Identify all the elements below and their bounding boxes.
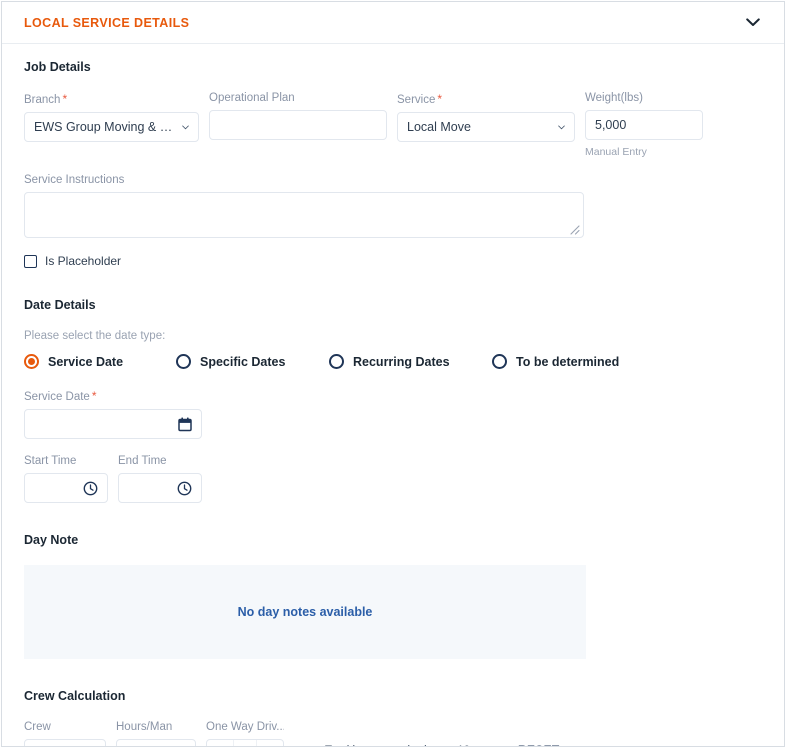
day-note-empty-message: No day notes available <box>237 605 373 619</box>
radio-specific-dates[interactable]: Specific Dates <box>176 354 329 369</box>
local-service-details-card: LOCAL SERVICE DETAILS Job Details Branch… <box>1 1 785 747</box>
radio-dot <box>28 358 35 365</box>
crew-calculation-row: Crew 2 Auto-calculated Hours/Man 5 Auto-… <box>24 721 762 748</box>
job-details-field-row: Branch * EWS Group Moving & St... Operati… <box>24 92 762 158</box>
end-time-field-group: End Time <box>118 455 202 503</box>
collapse-toggle-button[interactable] <box>742 12 764 34</box>
service-date-label: Service Date * <box>24 389 97 403</box>
section-title-date-details: Date Details <box>24 298 96 312</box>
radio-indicator <box>24 354 39 369</box>
radio-label: Recurring Dates <box>353 354 450 369</box>
is-placeholder-label: Is Placeholder <box>45 254 122 268</box>
totals-summary: Total hours required: 10 Total hours/man… <box>302 743 486 748</box>
calendar-icon[interactable] <box>178 417 192 432</box>
weight-value: 5,000 <box>595 118 627 132</box>
branch-field-group: Branch * EWS Group Moving & St... <box>24 92 199 158</box>
service-label: Service * <box>397 92 443 106</box>
service-select[interactable]: Local Move <box>397 112 575 142</box>
branch-select[interactable]: EWS Group Moving & St... <box>24 112 199 142</box>
end-time-input[interactable] <box>118 473 202 503</box>
service-instructions-textarea[interactable] <box>24 192 584 238</box>
weight-input[interactable]: 5,000 <box>585 110 703 140</box>
radio-indicator <box>329 354 344 369</box>
service-instructions-field-group: Service Instructions <box>24 174 762 238</box>
time-field-row: Start Time End Time <box>24 455 762 503</box>
total-hours-required-label: Total hours required: <box>325 743 453 746</box>
card-header[interactable]: LOCAL SERVICE DETAILS <box>2 2 784 44</box>
service-date-input[interactable] <box>24 409 202 439</box>
operational-plan-label: Operational Plan <box>209 92 295 104</box>
chevron-down-icon <box>182 124 189 129</box>
decrement-button[interactable]: − <box>207 740 233 747</box>
branch-value: EWS Group Moving & St... <box>34 120 178 134</box>
crew-field-group: Crew 2 Auto-calculated <box>24 721 106 746</box>
card-body: Job Details Branch * EWS Group Moving & S… <box>2 44 784 748</box>
service-date-field-group: Service Date * <box>24 389 762 439</box>
section-title-job-details: Job Details <box>24 60 91 74</box>
section-title-crew-calculation: Crew Calculation <box>24 689 126 703</box>
required-marker: * <box>91 389 97 403</box>
one-way-drive-field-group: One Way Driv... − 0.00 + <box>206 721 284 747</box>
clock-icon[interactable] <box>177 481 192 496</box>
section-title-day-note: Day Note <box>24 533 79 547</box>
weight-label: Weight(lbs) <box>585 92 643 104</box>
one-way-drive-stepper[interactable]: − 0.00 + <box>206 739 284 747</box>
service-instructions-label: Service Instructions <box>24 174 125 186</box>
chevron-down-icon <box>558 124 565 129</box>
hours-per-man-field-group: Hours/Man 5 Auto-calculated <box>116 721 196 746</box>
start-time-input[interactable] <box>24 473 108 503</box>
service-value: Local Move <box>407 120 471 134</box>
required-marker: * <box>437 92 443 106</box>
start-time-label: Start Time <box>24 455 77 467</box>
totals-lines: Total hours required: 10 Total hours/man… <box>325 743 486 748</box>
one-way-drive-label: One Way Driv... <box>206 721 284 733</box>
hours-per-man-input[interactable]: 5 <box>116 739 196 746</box>
radio-indicator <box>176 354 191 369</box>
service-field-group: Service * Local Move <box>397 92 575 158</box>
total-hours-required-value: 10 <box>453 743 475 746</box>
radio-label: Specific Dates <box>200 354 286 369</box>
resize-handle-icon[interactable] <box>568 223 580 235</box>
clock-icon[interactable] <box>83 481 98 496</box>
weight-field-group: Weight(lbs) 5,000 Manual Entry <box>585 92 703 158</box>
date-type-prompt: Please select the date type: <box>24 330 166 342</box>
is-placeholder-checkbox[interactable] <box>24 254 37 268</box>
day-note-panel: No day notes available <box>24 565 586 659</box>
radio-label: To be determined <box>516 354 620 369</box>
local-service-details-page: LOCAL SERVICE DETAILS Job Details Branch… <box>0 0 786 748</box>
branch-label: Branch * <box>24 92 68 106</box>
page-title: LOCAL SERVICE DETAILS <box>24 15 190 30</box>
end-time-label: End Time <box>118 455 167 467</box>
radio-indicator <box>492 354 507 369</box>
required-marker: * <box>62 92 68 106</box>
one-way-drive-value[interactable]: 0.00 <box>233 740 257 746</box>
operational-plan-field-group: Operational Plan <box>209 92 387 158</box>
crew-input[interactable]: 2 <box>24 739 106 746</box>
crew-label: Crew <box>24 721 51 733</box>
chevron-down-icon <box>746 18 760 26</box>
operational-plan-input[interactable] <box>209 110 387 140</box>
radio-to-be-determined[interactable]: To be determined <box>492 354 619 369</box>
weight-helper-text: Manual Entry <box>585 146 647 158</box>
radio-label: Service Date <box>48 354 124 369</box>
hours-per-man-label: Hours/Man <box>116 721 173 733</box>
increment-button[interactable]: + <box>257 740 283 747</box>
is-placeholder-checkbox-row[interactable]: Is Placeholder <box>24 254 762 268</box>
start-time-field-group: Start Time <box>24 455 108 503</box>
date-type-radio-group: Service Date Specific Dates Recurring Da… <box>24 354 762 369</box>
info-circle-icon[interactable] <box>475 745 486 748</box>
reset-button[interactable]: RESET <box>518 743 560 746</box>
radio-service-date[interactable]: Service Date <box>24 354 176 369</box>
radio-recurring-dates[interactable]: Recurring Dates <box>329 354 492 369</box>
total-hours-required-line: Total hours required: 10 <box>325 743 486 748</box>
